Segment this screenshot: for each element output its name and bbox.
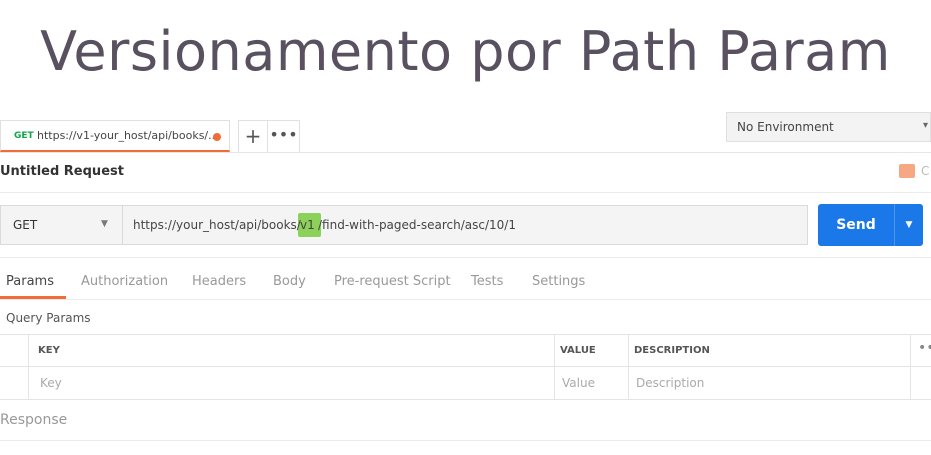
response-label: Response — [0, 412, 68, 428]
method-select[interactable]: GET ▼ — [0, 205, 123, 245]
params-table: KEY VALUE DESCRIPTION •• Key Value Descr… — [0, 334, 931, 400]
tab-authorization[interactable]: Authorization — [81, 274, 168, 289]
table-border — [628, 334, 629, 400]
slide-title: Versionamento por Path Param — [40, 20, 891, 83]
more-tabs-button[interactable]: ••• — [268, 120, 300, 152]
chevron-down-icon: ▼ — [101, 219, 108, 229]
url-version: v1 — [300, 218, 315, 232]
tab-body[interactable]: Body — [273, 274, 306, 289]
divider — [0, 440, 931, 441]
table-border — [28, 334, 29, 400]
description-input[interactable]: Description — [636, 376, 704, 390]
table-border — [554, 334, 555, 400]
send-options-button[interactable]: ▼ — [894, 204, 923, 246]
tab-params[interactable]: Params — [6, 274, 54, 289]
request-name[interactable]: Untitled Request — [0, 164, 124, 179]
table-border — [0, 366, 931, 367]
url-suffix: /find-with-paged-search/asc/10/1 — [318, 218, 516, 232]
new-tab-button[interactable]: + — [238, 120, 268, 152]
value-input[interactable]: Value — [562, 376, 595, 390]
request-tab[interactable]: GET https://v1-your_host/api/books/... — [0, 120, 230, 152]
tab-settings[interactable]: Settings — [532, 274, 585, 289]
tab-tests[interactable]: Tests — [471, 274, 503, 289]
url-prefix: https://your_host/api/books/ — [133, 218, 301, 232]
column-header-description: DESCRIPTION — [634, 345, 710, 356]
divider — [0, 192, 931, 193]
send-button[interactable]: Send — [818, 204, 894, 246]
table-border — [0, 334, 931, 335]
table-border — [0, 399, 931, 400]
unsaved-dot-icon — [213, 133, 221, 141]
table-border — [910, 334, 911, 400]
environment-label: No Environment — [737, 120, 834, 134]
comment-label[interactable]: C — [921, 164, 929, 178]
divider — [0, 299, 931, 300]
column-options-icon[interactable]: •• — [918, 340, 931, 356]
column-header-key: KEY — [38, 345, 60, 356]
column-header-value: VALUE — [560, 345, 596, 356]
tab-url: https://v1-your_host/api/books/... — [37, 129, 219, 142]
environment-select[interactable]: No Environment ▾ — [726, 112, 931, 142]
divider — [0, 257, 931, 258]
url-input[interactable]: https://your_host/api/books/ v1 /find-wi… — [122, 205, 808, 245]
tab-bar: GET https://v1-your_host/api/books/... +… — [0, 112, 931, 153]
key-input[interactable]: Key — [40, 376, 62, 390]
tab-method: GET — [14, 131, 34, 141]
tab-pre-request-script[interactable]: Pre-request Script — [334, 274, 451, 289]
method-label: GET — [13, 218, 38, 232]
chevron-down-icon: ▾ — [922, 120, 928, 131]
postman-window: GET https://v1-your_host/api/books/... +… — [0, 112, 931, 455]
query-params-label: Query Params — [6, 311, 91, 325]
comment-icon[interactable] — [899, 164, 915, 178]
tab-headers[interactable]: Headers — [192, 274, 246, 289]
